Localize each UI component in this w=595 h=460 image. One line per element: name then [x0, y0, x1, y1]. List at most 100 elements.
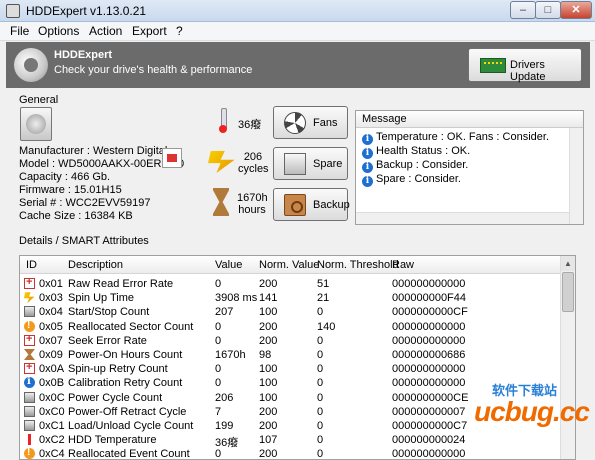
column-header-description[interactable]: Description: [68, 259, 123, 271]
table-row[interactable]: 0x04 Start/Stop Count 207 100 0 0000000000CF: [20, 305, 560, 319]
manufacturer-info: Manufacturer : Western Digital: [19, 145, 168, 157]
menu-file[interactable]: File: [10, 24, 29, 38]
cell-norm-value: 100: [259, 377, 278, 390]
cell-description: Seek Error Rate: [68, 334, 147, 347]
cell-norm-threshold: 21: [317, 292, 330, 305]
cell-norm-threshold: 140: [317, 320, 336, 333]
cell-norm-threshold: 0: [317, 349, 324, 361]
cell-raw: 0000000000CE: [392, 391, 469, 404]
title-bar: HDDExpert v1.13.0.21 – □ ✕: [0, 0, 595, 22]
fan-icon: [284, 112, 306, 134]
spare-button[interactable]: Spare: [273, 147, 348, 180]
scroll-thumb[interactable]: [562, 272, 574, 312]
cell-value: 0: [215, 448, 222, 460]
pdf-report-icon[interactable]: [162, 148, 182, 168]
column-header-norm-value[interactable]: Norm. Value: [259, 259, 319, 271]
message-vertical-scrollbar[interactable]: [569, 128, 583, 224]
message-panel[interactable]: Message i Temperature : OK. Fans : Consid…: [355, 110, 584, 225]
cell-value: 7: [215, 405, 222, 418]
column-header-value[interactable]: Value: [215, 259, 242, 271]
maximize-button[interactable]: □: [535, 1, 561, 19]
minimize-button[interactable]: –: [510, 1, 536, 19]
drivers-update-label: Drivers Update: [510, 59, 546, 83]
table-row[interactable]: 0x03 Spin Up Time 3908 ms 141 21 000000000F44: [20, 291, 560, 305]
cell-norm-value: 100: [259, 363, 278, 376]
drivers-update-button[interactable]: Drivers Update: [468, 48, 582, 83]
cell-value: 0: [215, 377, 222, 390]
cell-norm-value: 100: [259, 306, 278, 319]
cell-description: Power Cycle Count: [68, 391, 163, 404]
error-icon: [24, 276, 35, 289]
menu-help[interactable]: ?: [176, 24, 183, 38]
info-icon: [24, 376, 35, 389]
error-icon: [24, 333, 35, 346]
cell-raw: 0000000000C7: [392, 420, 468, 432]
table-row[interactable]: 0x07Seek Error Rate02000000000000000: [20, 333, 560, 348]
cell-id: 0x0B: [39, 377, 65, 390]
cell-id: 0xC1: [39, 420, 65, 432]
column-header-raw[interactable]: Raw: [392, 259, 414, 271]
disk-icon: [24, 405, 35, 417]
cell-id: 0x04: [39, 306, 63, 319]
column-header-norm-threshold[interactable]: Norm. Threshold: [317, 259, 399, 271]
backup-label: Backup: [313, 199, 350, 211]
cell-norm-value: 200: [259, 448, 278, 460]
disk-icon: [24, 420, 35, 431]
cell-description: Spin Up Time: [68, 292, 135, 305]
menu-export[interactable]: Export: [132, 24, 167, 38]
cell-raw: 0000000000CF: [392, 306, 468, 319]
cell-raw: 000000000007: [392, 405, 466, 418]
column-header-id[interactable]: ID: [26, 259, 37, 271]
scroll-up-icon[interactable]: ▲: [561, 256, 575, 271]
cell-description: Reallocated Event Count: [68, 448, 190, 460]
message-item: i Health Status : OK.: [362, 145, 470, 159]
menu-options[interactable]: Options: [38, 24, 79, 38]
message-item: i Spare : Consider.: [362, 173, 461, 187]
cell-norm-threshold: 51: [317, 278, 330, 290]
model-info: Model : WD5000AAKX-00ERMA0: [19, 158, 185, 170]
menu-action[interactable]: Action: [89, 24, 122, 38]
cell-norm-threshold: 0: [317, 434, 324, 447]
capacity-info: Capacity : 466 Gb.: [19, 171, 111, 183]
spare-label: Spare: [313, 158, 343, 170]
table-row[interactable]: 0xC4Reallocated Event Count0200000000000…: [20, 447, 560, 460]
cell-norm-value: 200: [259, 320, 278, 333]
cell-norm-threshold: 0: [317, 377, 324, 390]
message-horizontal-scrollbar[interactable]: [356, 212, 569, 224]
hdd-logo-icon: [14, 48, 48, 82]
cell-norm-value: 200: [259, 420, 278, 432]
cell-value: 0: [215, 334, 222, 347]
cell-norm-value: 100: [259, 391, 278, 404]
cell-norm-value: 200: [259, 405, 278, 418]
cell-description: HDD Temperature: [68, 434, 157, 447]
cell-raw: 000000000686: [392, 349, 466, 361]
backup-button[interactable]: Backup: [273, 188, 350, 221]
thermometer-icon: [24, 434, 35, 446]
table-row[interactable]: 0x09 Power-On Hours Count 1670h 98 0 00000000…: [20, 348, 560, 362]
close-button[interactable]: ✕: [560, 1, 592, 19]
fans-label: Fans: [313, 117, 338, 129]
fans-button[interactable]: Fans: [273, 106, 348, 139]
cell-norm-value: 107: [259, 434, 278, 447]
message-item: i Backup : Consider.: [362, 159, 468, 173]
general-label: General: [19, 94, 59, 106]
cell-description: Start/Stop Count: [68, 306, 150, 319]
cell-value: 0: [215, 363, 222, 376]
cell-value: 0: [215, 320, 222, 333]
table-row[interactable]: 0x05 Reallocated Sector Count 0 200 140 00000…: [20, 320, 560, 334]
cell-raw: 000000000000: [392, 377, 466, 390]
cell-id: 0x0C: [39, 391, 65, 404]
cell-raw: 000000000000: [392, 363, 466, 376]
cell-description: Raw Read Error Rate: [68, 278, 174, 290]
cell-norm-threshold: 0: [317, 448, 324, 460]
app-icon: [6, 4, 20, 18]
cycles-unit: cycles: [238, 163, 269, 175]
cell-value: 0: [215, 278, 222, 290]
cell-value: 206: [215, 391, 234, 404]
cell-value: 199: [215, 420, 234, 432]
cell-raw: 000000000000: [392, 448, 466, 460]
cell-norm-value: 141: [259, 292, 278, 305]
table-row[interactable]: 0x01 Raw Read Error Rate 0 200 51 00000000000…: [20, 276, 560, 291]
table-row[interactable]: 0x0ASpin-up Retry Count01000000000000000: [20, 361, 560, 376]
hourglass-icon: [24, 349, 35, 360]
